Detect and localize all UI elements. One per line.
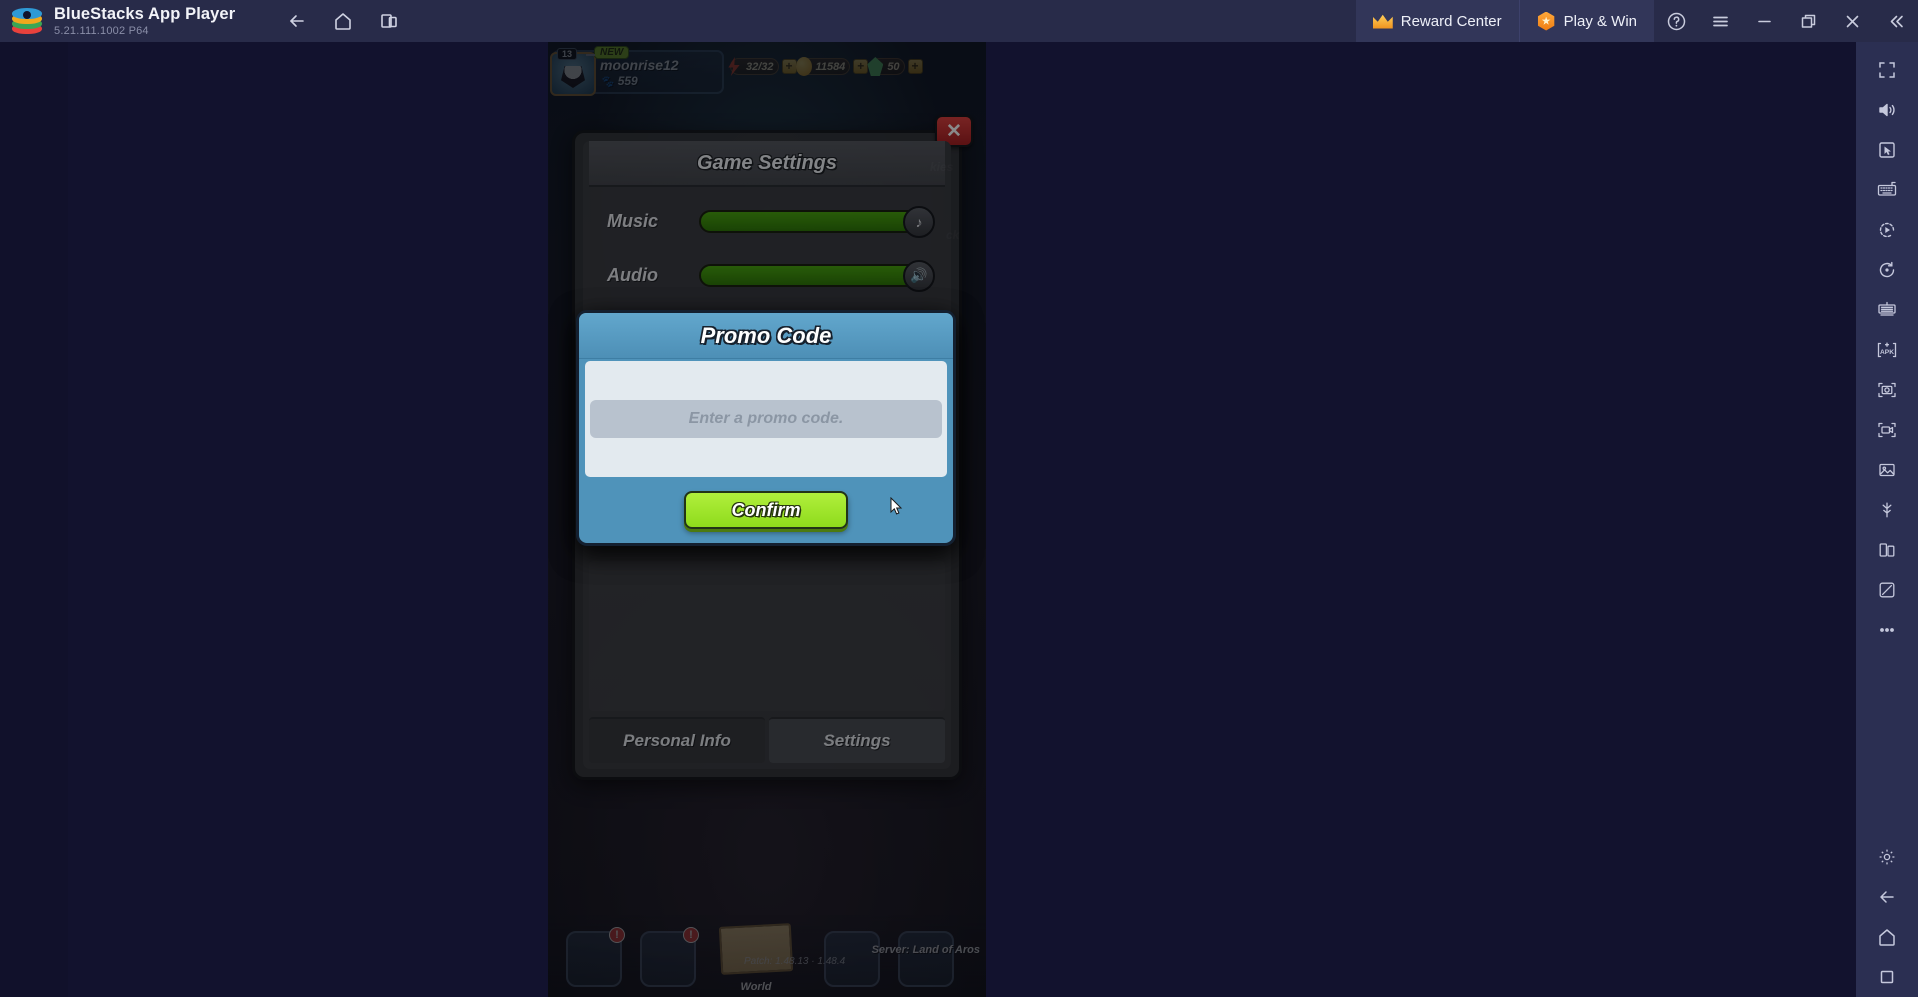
player-points: 559 (617, 74, 638, 88)
game-bottom-bar: ! ! World Server: Land of Aros Patch: 1.… (548, 915, 986, 997)
home-icon[interactable] (1856, 917, 1918, 957)
reward-center-button[interactable]: Reward Center (1355, 0, 1519, 42)
gold-pill[interactable]: 11584 (795, 57, 851, 76)
gem-pill[interactable]: 50 (867, 57, 905, 76)
recents-icon[interactable] (1856, 957, 1918, 997)
energy-add-button[interactable]: + (781, 59, 797, 74)
speaker-icon[interactable]: 🔊 (903, 259, 935, 292)
fullscreen-icon[interactable] (1856, 50, 1918, 90)
menu-button[interactable] (1698, 0, 1742, 42)
app-title: BlueStacks App Player (54, 4, 236, 23)
settings-header: Game Settings (589, 141, 945, 187)
world-label: World (740, 981, 772, 993)
tab-settings[interactable]: Settings (769, 717, 945, 763)
settings-tabs: Personal Info Settings (589, 717, 945, 763)
game-hud: 13 NEW moonrise12 🐾 559 32/32 + 11584 + … (550, 46, 982, 102)
minimize-button[interactable] (1742, 0, 1786, 42)
player-level: 13 (557, 48, 578, 60)
volume-icon[interactable] (1856, 90, 1918, 130)
play-and-win-label: Play & Win (1563, 12, 1637, 30)
app-version: 5.21.111.1002 P64 (54, 24, 149, 37)
player-points-row: 🐾 559 (600, 74, 679, 88)
energy-value: 32/32 (746, 60, 774, 73)
audio-slider[interactable]: 🔊 (699, 259, 935, 292)
screenshot-icon[interactable] (1856, 370, 1918, 410)
promo-code-input-front[interactable] (590, 400, 942, 438)
back-button[interactable] (277, 4, 317, 38)
cursor-pointer-icon[interactable] (1856, 130, 1918, 170)
nav-buttons (277, 4, 409, 38)
title-text-group: BlueStacks App Player 5.21.111.1002 P64 (54, 5, 235, 38)
settings-title: Game Settings (696, 151, 838, 174)
multi-instance-sync-icon[interactable] (1856, 290, 1918, 330)
audio-slider-row: Audio 🔊 (583, 255, 951, 295)
play-and-win-button[interactable]: Play & Win (1518, 0, 1654, 42)
resource-bar: 32/32 + 11584 + 50 + (728, 57, 923, 76)
crown-icon (1373, 14, 1393, 29)
bluestacks-logo-icon (12, 6, 42, 36)
macro-recorder-icon[interactable] (1856, 210, 1918, 250)
alert-badge: ! (683, 927, 699, 943)
player-card[interactable]: 13 NEW moonrise12 🐾 559 (550, 46, 724, 96)
world-map-button[interactable]: World (716, 919, 796, 993)
trim-icon[interactable] (1856, 570, 1918, 610)
emulator-screen: 13 NEW moonrise12 🐾 559 32/32 + 11584 + … (68, 42, 1856, 997)
back-icon[interactable] (1856, 877, 1918, 917)
gold-value: 11584 (815, 60, 846, 73)
paw-icon: 🐾 (600, 75, 614, 88)
right-toolbar: APK (1856, 42, 1918, 997)
eco-mode-icon[interactable] (1856, 490, 1918, 530)
media-manager-icon[interactable] (1856, 450, 1918, 490)
gold-add-button[interactable]: + (853, 59, 869, 74)
bottom-slot-shop[interactable] (898, 931, 954, 987)
more-options-icon[interactable] (1856, 610, 1918, 650)
patch-label: Patch: 1.48.13 · 1.48.4 (744, 956, 846, 967)
bottom-slot-lab[interactable]: ! (566, 927, 625, 987)
music-note-icon[interactable]: ♪ (903, 205, 935, 238)
energy-pill[interactable]: 32/32 (728, 57, 779, 76)
help-button[interactable] (1654, 0, 1698, 42)
close-button[interactable] (1830, 0, 1874, 42)
reward-center-label: Reward Center (1400, 12, 1502, 30)
music-slider-row: Music ♪ (583, 201, 951, 241)
music-label: Music (607, 210, 659, 231)
music-slider[interactable]: ♪ (699, 205, 935, 238)
home-button[interactable] (323, 4, 363, 38)
gold-coin-icon (795, 57, 812, 76)
screen-record-icon[interactable] (1856, 410, 1918, 450)
title-bar: BlueStacks App Player 5.21.111.1002 P64 (0, 0, 1918, 42)
settings-gear-icon[interactable] (1856, 837, 1918, 877)
install-apk-icon[interactable]: APK (1856, 330, 1918, 370)
promo-dialog-body-front (585, 361, 947, 477)
map-sheet-icon (718, 923, 794, 975)
green-gem-icon (867, 57, 884, 76)
gem-add-button[interactable]: + (907, 59, 923, 74)
keyboard-controls-icon[interactable] (1856, 170, 1918, 210)
gem-value: 50 (887, 60, 900, 73)
confirm-button-front[interactable]: Confirm (684, 491, 848, 529)
device-profile-icon[interactable] (1856, 530, 1918, 570)
restore-button[interactable] (1786, 0, 1830, 42)
energy-bolt-icon (728, 57, 740, 76)
settings-content-area (589, 561, 945, 711)
hex-star-icon (1537, 11, 1555, 31)
promo-dialog-header-front: Promo Code (579, 313, 953, 359)
collapse-sidebar-button[interactable] (1874, 0, 1918, 42)
game-viewport: 13 NEW moonrise12 🐾 559 32/32 + 11584 + … (548, 42, 986, 997)
tab-personal-info[interactable]: Personal Info (589, 717, 765, 763)
rotate-icon[interactable] (1856, 250, 1918, 290)
new-badge: NEW (585, 46, 630, 59)
server-label: Server: Land of Aros (871, 944, 980, 956)
bottom-slot-gem[interactable]: ! (640, 927, 699, 987)
alert-badge: ! (609, 927, 625, 943)
audio-label: Audio (607, 264, 658, 285)
promo-dialog-title-front: Promo Code (700, 322, 832, 348)
multi-instance-button[interactable] (369, 4, 409, 38)
svg-text:APK: APK (1880, 349, 1894, 356)
bluestacks-window: BlueStacks App Player 5.21.111.1002 P64 (0, 0, 1918, 997)
mouse-cursor (890, 497, 903, 515)
